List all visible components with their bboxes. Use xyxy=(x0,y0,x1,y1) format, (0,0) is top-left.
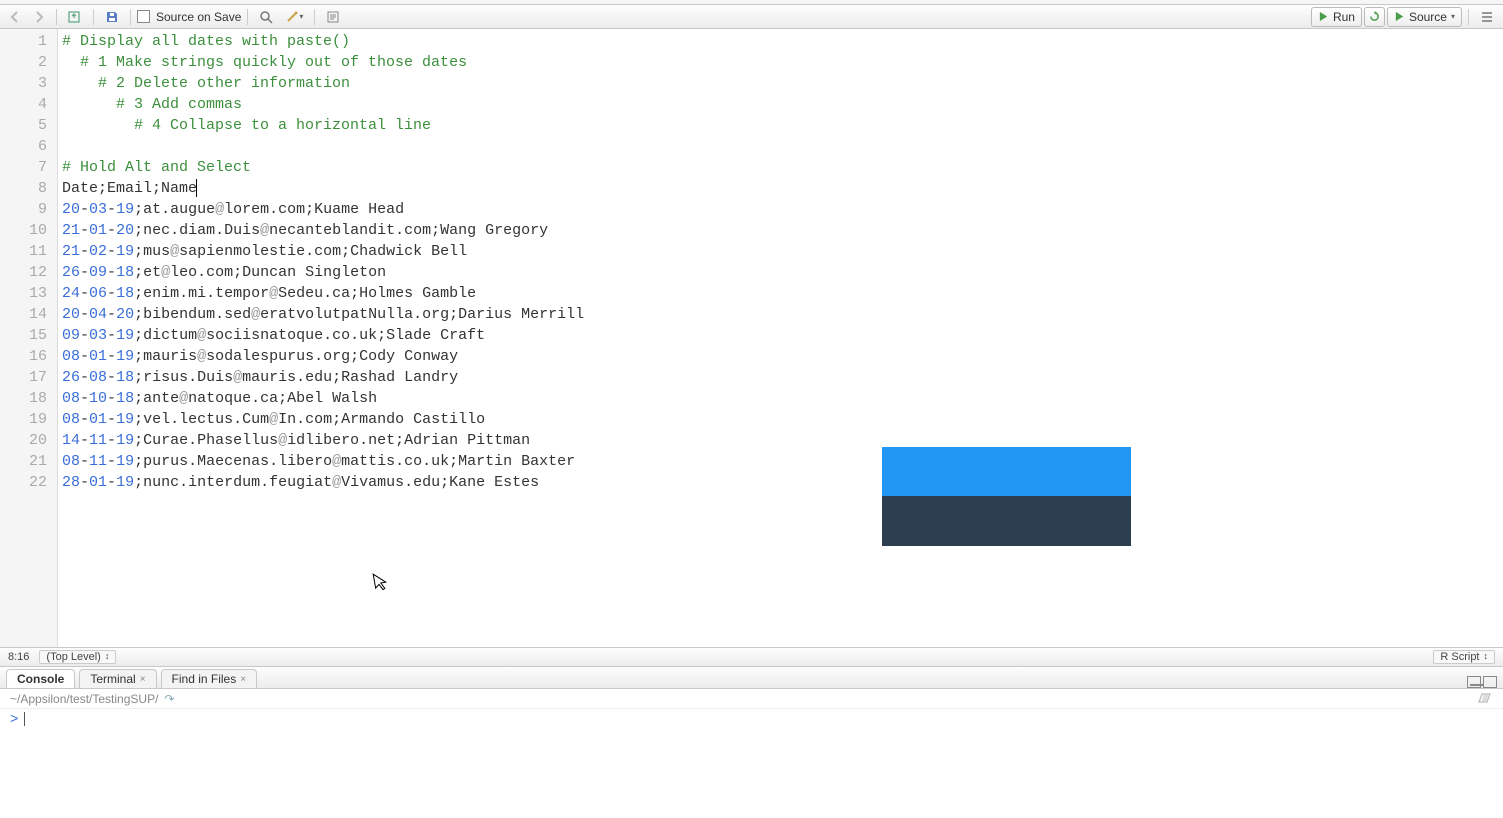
code-line[interactable]: # Hold Alt and Select xyxy=(62,157,584,178)
wand-icon[interactable]: ▾ xyxy=(280,7,308,27)
separator xyxy=(247,9,248,25)
language-label: R Script xyxy=(1440,651,1479,663)
forward-icon[interactable] xyxy=(28,7,50,27)
overlay-bottom xyxy=(882,496,1131,546)
source-button[interactable]: Source ▾ xyxy=(1387,7,1462,27)
code-line[interactable]: 14-11-19;Curae.Phasellus@idlibero.net;Ad… xyxy=(62,430,584,451)
separator xyxy=(56,9,57,25)
source-on-save-checkbox[interactable] xyxy=(137,10,150,23)
code-line[interactable]: 20-03-19;at.augue@lorem.com;Kuame Head xyxy=(62,199,584,220)
code-line[interactable]: 20-04-20;bibendum.sed@eratvolutpatNulla.… xyxy=(62,304,584,325)
outline-icon[interactable] xyxy=(1475,7,1499,27)
console-path-bar: ~/Appsilon/test/TestingSUP/ ↷ xyxy=(0,689,1503,709)
language-selector[interactable]: R Script ↕ xyxy=(1433,650,1495,664)
run-button[interactable]: Run xyxy=(1311,7,1362,27)
code-line[interactable]: # 3 Add commas xyxy=(62,94,584,115)
code-line[interactable]: # 1 Make strings quickly out of those da… xyxy=(62,52,584,73)
tab-find-label: Find in Files xyxy=(172,672,237,686)
code-line[interactable]: 21-02-19;mus@sapienmolestie.com;Chadwick… xyxy=(62,241,584,262)
code-line[interactable]: 26-08-18;risus.Duis@mauris.edu;Rashad La… xyxy=(62,367,584,388)
separator xyxy=(93,9,94,25)
separator xyxy=(1468,9,1469,25)
console-body[interactable]: > xyxy=(0,709,1503,789)
code-line[interactable]: 08-10-18;ante@natoque.ca;Abel Walsh xyxy=(62,388,584,409)
code-line[interactable]: Date;Email;Name xyxy=(62,178,584,199)
close-icon[interactable]: × xyxy=(240,674,246,685)
code-line[interactable]: 08-01-19;mauris@sodalespurus.org;Cody Co… xyxy=(62,346,584,367)
popup-overlay xyxy=(882,447,1131,546)
bottom-panel-tabs: Console Terminal × Find in Files × xyxy=(0,667,1503,689)
cursor-position: 8:16 xyxy=(8,651,29,663)
code-line[interactable]: # Display all dates with paste() xyxy=(62,31,584,52)
tab-terminal[interactable]: Terminal × xyxy=(79,669,156,688)
code-line[interactable] xyxy=(62,136,584,157)
scope-selector[interactable]: (Top Level) ↕ xyxy=(39,650,116,664)
code-line[interactable]: # 4 Collapse to a horizontal line xyxy=(62,115,584,136)
updown-icon: ↕ xyxy=(105,651,110,663)
save-icon[interactable] xyxy=(100,7,124,27)
report-icon[interactable] xyxy=(321,7,345,27)
separator xyxy=(130,9,131,25)
editor-statusbar: 8:16 (Top Level) ↕ R Script ↕ xyxy=(0,647,1503,667)
close-icon[interactable]: × xyxy=(140,674,146,685)
editor-toolbar: Source on Save ▾ Run Source ▾ xyxy=(0,5,1503,29)
console-prompt: > xyxy=(10,712,25,728)
tab-find-in-files[interactable]: Find in Files × xyxy=(161,669,258,688)
line-numbers: 12345678910111213141516171819202122 xyxy=(0,29,58,647)
code-line[interactable]: 28-01-19;nunc.interdum.feugiat@Vivamus.e… xyxy=(62,472,584,493)
code-line[interactable]: # 2 Delete other information xyxy=(62,73,584,94)
code-line[interactable]: 09-03-19;dictum@sociisnatoque.co.uk;Slad… xyxy=(62,325,584,346)
run-label: Run xyxy=(1333,10,1355,24)
goto-dir-icon[interactable]: ↷ xyxy=(164,692,174,706)
save-in-new-window-icon[interactable] xyxy=(63,7,87,27)
clear-console-icon[interactable] xyxy=(1477,690,1493,707)
code-content[interactable]: # Display all dates with paste() # 1 Mak… xyxy=(58,29,584,647)
rerun-button[interactable] xyxy=(1364,7,1385,27)
minimize-icon[interactable] xyxy=(1467,676,1481,688)
back-icon[interactable] xyxy=(4,7,26,27)
source-label: Source xyxy=(1409,10,1447,24)
maximize-icon[interactable] xyxy=(1483,676,1497,688)
code-line[interactable]: 08-11-19;purus.Maecenas.libero@mattis.co… xyxy=(62,451,584,472)
tab-terminal-label: Terminal xyxy=(90,672,135,686)
find-icon[interactable] xyxy=(254,7,278,27)
code-line[interactable]: 26-09-18;et@leo.com;Duncan Singleton xyxy=(62,262,584,283)
source-on-save-label: Source on Save xyxy=(156,10,241,24)
tab-console[interactable]: Console xyxy=(6,669,75,688)
code-line[interactable]: 21-01-20;nec.diam.Duis@necanteblandit.co… xyxy=(62,220,584,241)
code-line[interactable]: 08-01-19;vel.lectus.Cum@In.com;Armando C… xyxy=(62,409,584,430)
scope-label: (Top Level) xyxy=(46,651,100,663)
updown-icon: ↕ xyxy=(1484,651,1489,663)
overlay-top xyxy=(882,447,1131,496)
separator xyxy=(314,9,315,25)
tab-console-label: Console xyxy=(17,672,64,686)
console-path: ~/Appsilon/test/TestingSUP/ xyxy=(10,692,158,706)
code-editor[interactable]: 12345678910111213141516171819202122 # Di… xyxy=(0,29,1503,647)
code-line[interactable]: 24-06-18;enim.mi.tempor@Sedeu.ca;Holmes … xyxy=(62,283,584,304)
